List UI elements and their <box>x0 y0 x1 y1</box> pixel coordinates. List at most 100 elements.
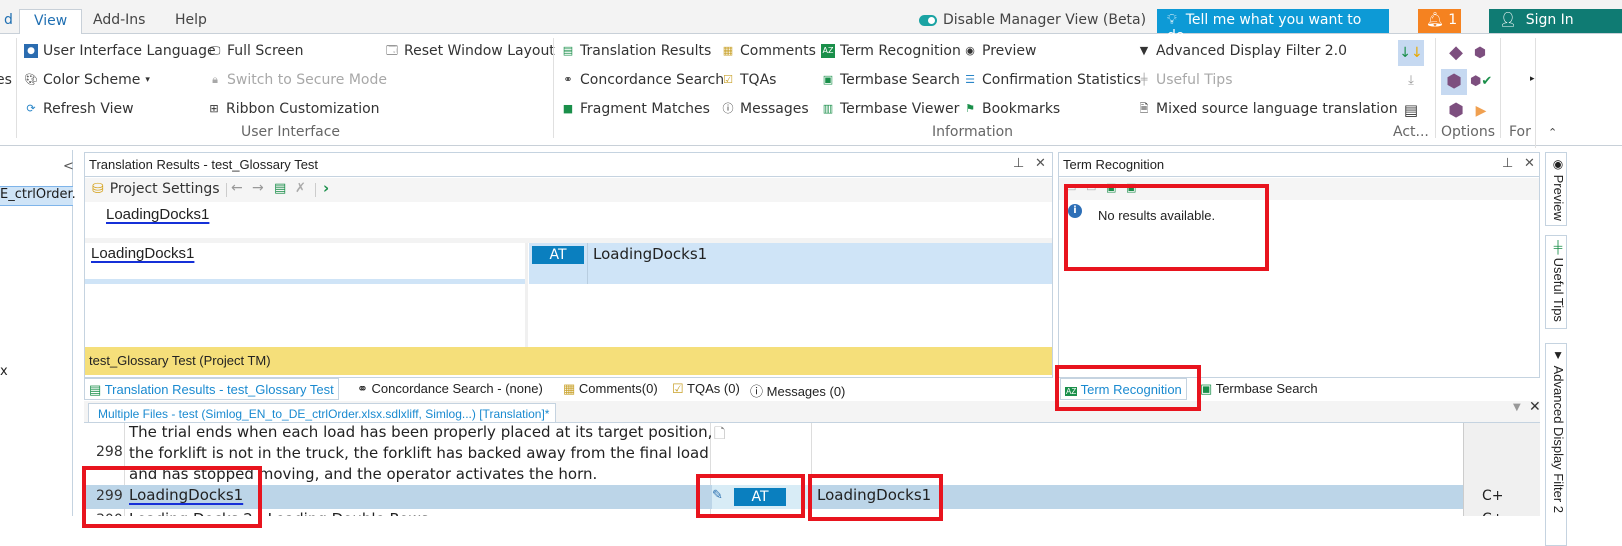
termbase-settings-icon[interactable]: ▣ <box>1106 181 1116 194</box>
action-download-button[interactable]: ⤓ <box>1398 68 1424 94</box>
action-sort-button[interactable]: ↓↓ <box>1398 40 1424 66</box>
notifications-button[interactable]: 🔔︎ 1 <box>1418 9 1461 33</box>
book-icon: ▥ <box>822 102 834 115</box>
fragment-icon: ■ <box>562 102 574 115</box>
tab-concordance-search[interactable]: ⚭ Concordance Search - (none) <box>353 378 547 400</box>
term-recognition-button[interactable]: AZ Term Recognition <box>821 41 961 61</box>
tab-comments[interactable]: ▦ Comments(0) <box>559 378 662 400</box>
full-screen-button[interactable]: 🖵︎ Full Screen <box>208 41 304 61</box>
tab-term-recognition[interactable]: AZ Term Recognition <box>1060 378 1187 400</box>
side-tab-preview[interactable]: ◉ Preview <box>1545 152 1567 226</box>
label: Termbase Search <box>1215 381 1318 396</box>
result-target-row[interactable]: AT LoadingDocks1 <box>529 243 1052 284</box>
label: Messages <box>740 101 809 117</box>
fragment-matches-button[interactable]: ■ Fragment Matches <box>561 99 710 119</box>
action-layout-button[interactable]: ▤ <box>1398 97 1424 123</box>
option-diamond-button[interactable]: ◆ <box>1443 40 1469 66</box>
tell-me-search[interactable]: 💡︎ Tell me what you want to do... <box>1157 9 1389 44</box>
chevron-right-icon[interactable]: › <box>323 179 329 197</box>
splitter[interactable] <box>525 243 528 351</box>
ribbon: es ● User Interface Language 🎨︎ Color Sche… <box>0 34 1622 148</box>
file-list-item-selected[interactable]: E_ctrlOrder. <box>0 186 76 206</box>
source-text[interactable]: The trial ends when each load has been p… <box>129 423 712 485</box>
file-list-item[interactable]: x <box>0 364 8 379</box>
preview-button[interactable]: ◉ Preview <box>963 41 1036 61</box>
eye-icon: ◉ <box>965 44 975 57</box>
side-tab-useful-tips[interactable]: ╪ Useful Tips <box>1545 235 1567 329</box>
comments-button[interactable]: ▦ Comments <box>721 41 816 61</box>
close-icon[interactable]: ✕ <box>1035 156 1046 171</box>
mixed-source-translation-button[interactable]: 🗎︎ Mixed source language translation <box>1137 99 1398 119</box>
tools-disabled-icon[interactable]: ✗ <box>295 181 306 196</box>
close-document-icon[interactable]: ✕ <box>1529 399 1541 415</box>
close-icon[interactable]: ✕ <box>1524 156 1535 171</box>
target-text[interactable]: LoadingDocks1 <box>817 486 931 504</box>
label: Fragment Matches <box>580 101 710 117</box>
group-label-options: Options <box>1441 124 1496 140</box>
tab-add-ins[interactable]: Add-Ins <box>79 9 159 35</box>
arrows-down-icon: ↓↓ <box>1399 45 1423 61</box>
message-alert-icon: ⓘ <box>750 384 764 399</box>
divider <box>226 183 227 197</box>
tab-termbase-search[interactable]: ▣ Termbase Search <box>1196 378 1322 400</box>
ribbon-customization-button[interactable]: ⊞ Ribbon Customization <box>207 99 379 119</box>
result-target-text: LoadingDocks1 <box>593 245 708 263</box>
termbase-search-button[interactable]: ▣ Termbase Search <box>821 70 960 90</box>
tqas-button[interactable]: ☑ TQAs <box>721 70 776 90</box>
termbase-viewer-button[interactable]: ▥ Termbase Viewer <box>821 99 960 119</box>
hexagon-icon: ⬢ <box>1448 100 1464 121</box>
secure-mode-button[interactable]: 🔒︎ Switch to Secure Mode <box>208 70 387 90</box>
color-scheme-button[interactable]: 🎨︎ Color Scheme ▾ <box>24 70 150 90</box>
useful-tips-button[interactable]: ╪ Useful Tips <box>1137 70 1233 90</box>
side-tab-advanced-filter[interactable]: ▼ Advanced Display Filter 2 <box>1545 343 1567 546</box>
label: Termbase Search <box>840 72 960 88</box>
source-text[interactable]: LoadingDocks1 <box>129 486 243 504</box>
pin-icon[interactable]: ⊥ <box>1502 156 1513 171</box>
apply-result-icon[interactable]: ▤ <box>274 181 286 196</box>
option-hexagon-button[interactable]: ⬢ <box>1441 69 1467 95</box>
option-hexagon-2-button[interactable]: ⬢ <box>1443 98 1469 124</box>
option-verify-button[interactable]: ⬢✔ <box>1470 69 1493 95</box>
advanced-display-filter-button[interactable]: ▼ Advanced Display Filter 2.0 <box>1137 41 1347 61</box>
ribbon-scroll-right-icon[interactable]: ▸ <box>1530 74 1535 84</box>
result-source-cell[interactable]: LoadingDocks1 <box>85 243 525 351</box>
pin-icon[interactable]: ⊥ <box>1013 156 1024 171</box>
open-termbase-icon[interactable]: ▭ <box>1066 181 1076 194</box>
option-tag-button[interactable]: ▶ <box>1470 98 1492 124</box>
tab-help[interactable]: Help <box>161 9 221 35</box>
collapse-ribbon-icon[interactable]: ⌃ <box>1548 126 1557 139</box>
messages-button[interactable]: ⓘ Messages <box>721 99 809 119</box>
bookmarks-button[interactable]: ⚑ Bookmarks <box>963 99 1060 119</box>
tab-tqas[interactable]: ☑ TQAs (0) <box>668 378 744 400</box>
refresh-view-button[interactable]: ⟳ Refresh View <box>24 99 133 119</box>
label: Translation Results <box>580 43 712 59</box>
tab-translation-results[interactable]: ▤ Translation Results - test_Glossary Te… <box>84 378 339 400</box>
label: Reset Window Layout <box>404 43 555 59</box>
segment-row[interactable]: 298 The trial ends when each load has be… <box>84 423 1463 485</box>
tag-check-icon: ⬢✔ <box>1470 74 1493 89</box>
previous-arrow-icon[interactable]: ← <box>231 180 243 196</box>
tab-view[interactable]: View <box>19 9 83 35</box>
concordance-search-button[interactable]: ⚭ Concordance Search <box>561 70 724 90</box>
next-arrow-icon[interactable]: → <box>252 180 264 196</box>
confirmation-statistics-button[interactable]: ☰ Confirmation Statistics <box>963 70 1141 90</box>
segment-row-active[interactable]: 299 LoadingDocks1 ✎ AT LoadingDocks1 <box>84 485 1463 509</box>
option-remove-button[interactable]: ⬢ <box>1470 40 1490 66</box>
sign-in-button[interactable]: 👤︎ Sign In <box>1489 9 1622 33</box>
term-recognition-az-icon[interactable]: ▣ <box>1126 181 1136 194</box>
bell-icon: 🔔︎ <box>1426 12 1444 28</box>
tab-list-dropdown-icon[interactable]: ▼ <box>1513 402 1521 413</box>
manager-view-toggle[interactable] <box>919 15 937 26</box>
translation-results-button[interactable]: ▤ Translation Results <box>561 41 712 61</box>
project-settings-button[interactable]: ⛁ Project Settings <box>92 181 220 197</box>
user-interface-language-button[interactable]: ● User Interface Language <box>24 41 216 61</box>
add-term-icon[interactable]: ▭ <box>1086 181 1096 194</box>
label: Term Recognition <box>1080 382 1182 397</box>
tab-messages[interactable]: ⓘ Messages (0) <box>746 378 849 400</box>
document-tab[interactable]: Multiple Files - test (Simlog_EN_to_DE_c… <box>88 403 557 424</box>
collapse-pane-icon[interactable]: < <box>63 159 74 174</box>
at-badge: AT <box>532 246 584 264</box>
translation-results-icon: ▤ <box>89 382 102 397</box>
reset-window-layout-button[interactable]: 🗔︎ Reset Window Layout <box>385 41 555 61</box>
tm-name-bar: test_Glossary Test (Project TM) <box>85 347 1052 375</box>
